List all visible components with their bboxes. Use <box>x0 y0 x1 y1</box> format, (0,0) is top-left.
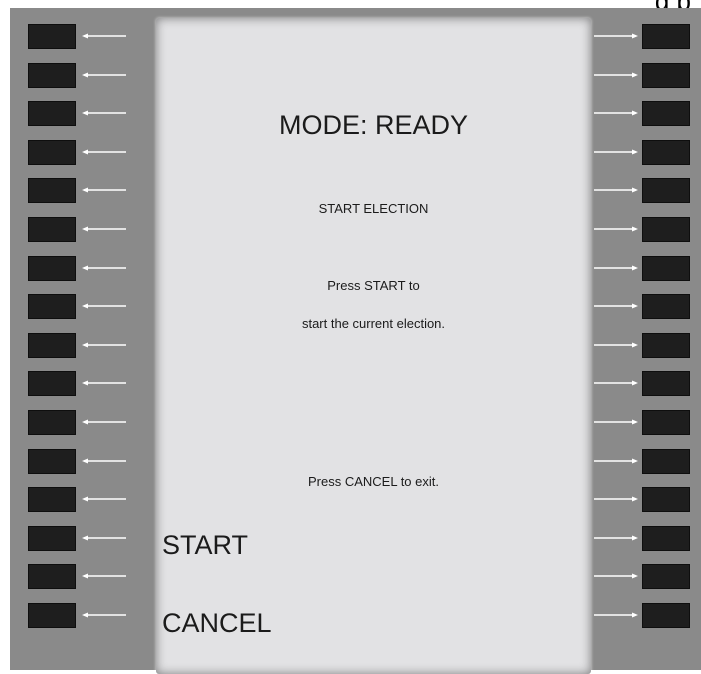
left-side-button[interactable] <box>28 294 76 319</box>
right-arrow-icon <box>592 610 640 620</box>
left-arrow-icon <box>80 108 128 118</box>
right-side-button[interactable] <box>642 333 690 358</box>
right-side-button[interactable] <box>642 63 690 88</box>
right-arrow-icon <box>592 378 640 388</box>
left-side-button[interactable] <box>28 178 76 203</box>
right-side-button[interactable] <box>642 256 690 281</box>
right-side-button[interactable] <box>642 526 690 551</box>
right-side-button[interactable] <box>642 24 690 49</box>
left-side-button[interactable] <box>28 24 76 49</box>
left-arrow-icon <box>80 494 128 504</box>
left-side-button[interactable] <box>28 217 76 242</box>
left-side-button[interactable] <box>28 410 76 435</box>
cancel-hint: Press CANCEL to exit. <box>307 474 439 489</box>
left-side-button[interactable] <box>28 140 76 165</box>
left-arrow-icon <box>80 417 128 427</box>
left-side-button[interactable] <box>28 449 76 474</box>
right-arrow-icon <box>592 417 640 427</box>
right-arrow-icon <box>592 571 640 581</box>
right-arrow-icon <box>592 263 640 273</box>
right-side-button[interactable] <box>642 603 690 628</box>
right-arrow-icon <box>592 108 640 118</box>
left-arrow-icon <box>80 378 128 388</box>
left-arrow-icon <box>80 185 128 195</box>
left-arrow-icon <box>80 224 128 234</box>
mode-status: MODE: READY <box>278 110 469 140</box>
right-arrow-icon <box>592 31 640 41</box>
instruction-line-1: Press START to <box>327 278 420 293</box>
left-arrow-icon <box>80 301 128 311</box>
right-arrow-icon <box>592 185 640 195</box>
right-arrow-icon <box>592 533 640 543</box>
right-side-button[interactable] <box>642 564 690 589</box>
left-arrow-icon <box>80 533 128 543</box>
left-side-button[interactable] <box>28 487 76 512</box>
display-screen: MODE: READY START ELECTION Press START t… <box>156 18 591 674</box>
right-arrow-icon <box>592 301 640 311</box>
start-softkey-label: START <box>162 530 249 560</box>
left-side-button[interactable] <box>28 333 76 358</box>
right-arrow-icon <box>592 224 640 234</box>
left-side-button[interactable] <box>28 63 76 88</box>
right-side-button[interactable] <box>642 487 690 512</box>
left-arrow-icon <box>80 70 128 80</box>
right-side-button[interactable] <box>642 178 690 203</box>
right-side-button[interactable] <box>642 371 690 396</box>
right-side-button[interactable] <box>642 140 690 165</box>
left-side-button[interactable] <box>28 101 76 126</box>
right-side-button[interactable] <box>642 101 690 126</box>
right-side-button[interactable] <box>642 449 690 474</box>
right-arrow-icon <box>592 340 640 350</box>
right-side-button[interactable] <box>642 410 690 435</box>
right-arrow-icon <box>592 70 640 80</box>
left-side-button[interactable] <box>28 256 76 281</box>
right-arrow-icon <box>592 494 640 504</box>
right-arrow-icon <box>592 147 640 157</box>
left-arrow-icon <box>80 147 128 157</box>
left-arrow-icon <box>80 263 128 273</box>
left-arrow-icon <box>80 31 128 41</box>
left-side-button[interactable] <box>28 564 76 589</box>
left-side-button[interactable] <box>28 371 76 396</box>
left-side-button[interactable] <box>28 603 76 628</box>
cancel-softkey-label: CANCEL <box>162 608 272 638</box>
left-side-button[interactable] <box>28 526 76 551</box>
screen-heading: START ELECTION <box>318 201 429 216</box>
right-side-button[interactable] <box>642 217 690 242</box>
left-arrow-icon <box>80 571 128 581</box>
left-arrow-icon <box>80 456 128 466</box>
right-arrow-icon <box>592 456 640 466</box>
instruction-line-2: start the current election. <box>301 316 446 331</box>
right-side-button[interactable] <box>642 294 690 319</box>
left-arrow-icon <box>80 610 128 620</box>
voting-machine-frame: MODE: READY START ELECTION Press START t… <box>10 8 701 674</box>
left-arrow-icon <box>80 340 128 350</box>
